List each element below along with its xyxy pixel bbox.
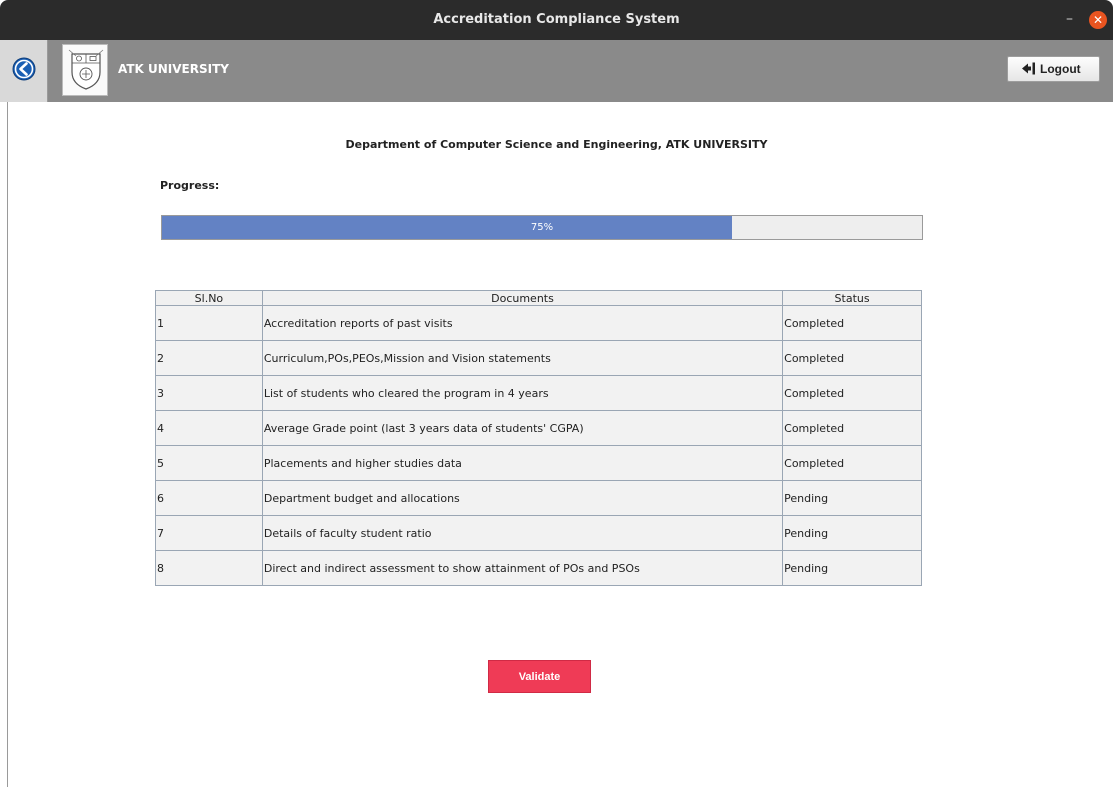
- table-row[interactable]: 2 Curriculum,POs,PEOs,Mission and Vision…: [155, 340, 922, 376]
- logout-button[interactable]: Logout: [1007, 56, 1100, 82]
- cell-slno[interactable]: 2: [155, 340, 263, 376]
- cell-document[interactable]: Curriculum,POs,PEOs,Mission and Vision s…: [261, 340, 784, 376]
- university-logo: [62, 44, 108, 96]
- cell-slno[interactable]: 6: [155, 480, 263, 516]
- back-button[interactable]: [0, 40, 48, 102]
- close-icon[interactable]: ✕: [1089, 11, 1107, 29]
- window-title: Accreditation Compliance System: [433, 12, 680, 27]
- cell-status[interactable]: Completed: [782, 340, 922, 376]
- cell-document[interactable]: Accreditation reports of past visits: [261, 305, 784, 341]
- cell-document[interactable]: Details of faculty student ratio: [261, 515, 784, 551]
- department-title: Department of Computer Science and Engin…: [345, 138, 768, 151]
- cell-slno[interactable]: 5: [155, 445, 263, 481]
- university-crest-icon: [67, 48, 105, 92]
- validate-button[interactable]: Validate: [488, 660, 591, 693]
- cell-document[interactable]: Placements and higher studies data: [261, 445, 784, 481]
- content-border: [7, 102, 8, 787]
- logout-icon: [1022, 62, 1035, 75]
- table-row[interactable]: 4 Average Grade point (last 3 years data…: [155, 410, 922, 446]
- cell-slno[interactable]: 7: [155, 515, 263, 551]
- cell-document[interactable]: Department budget and allocations: [261, 480, 784, 516]
- progress-bar: 75%: [161, 215, 923, 240]
- logout-label: Logout: [1040, 62, 1081, 76]
- column-header-status[interactable]: Status: [782, 290, 922, 306]
- column-header-documents[interactable]: Documents: [261, 290, 784, 306]
- cell-slno[interactable]: 3: [155, 375, 263, 411]
- cell-status[interactable]: Pending: [782, 480, 922, 516]
- table-row[interactable]: 7 Details of faculty student ratio Pendi…: [155, 515, 922, 551]
- cell-status[interactable]: Pending: [782, 550, 922, 586]
- cell-document[interactable]: Average Grade point (last 3 years data o…: [261, 410, 784, 446]
- cell-status[interactable]: Completed: [782, 375, 922, 411]
- university-name: ATK UNIVERSITY: [118, 62, 229, 76]
- window-titlebar: Accreditation Compliance System – ✕: [0, 0, 1113, 40]
- cell-status[interactable]: Pending: [782, 515, 922, 551]
- cell-slno[interactable]: 1: [155, 305, 263, 341]
- progress-text: 75%: [530, 222, 554, 233]
- cell-status[interactable]: Completed: [782, 305, 922, 341]
- table-row[interactable]: 5 Placements and higher studies data Com…: [155, 445, 922, 481]
- progress-label: Progress:: [160, 179, 220, 192]
- cell-status[interactable]: Completed: [782, 445, 922, 481]
- cell-status[interactable]: Completed: [782, 410, 922, 446]
- table-row[interactable]: 6 Department budget and allocations Pend…: [155, 480, 922, 516]
- cell-slno[interactable]: 4: [155, 410, 263, 446]
- table-row[interactable]: 1 Accreditation reports of past visits C…: [155, 305, 922, 341]
- table-row[interactable]: 3 List of students who cleared the progr…: [155, 375, 922, 411]
- column-header-slno[interactable]: Sl.No: [155, 290, 263, 306]
- documents-table: Sl.No Documents Status 1 Accreditation r…: [155, 290, 922, 586]
- table-header-row: Sl.No Documents Status: [155, 290, 922, 306]
- cell-slno[interactable]: 8: [155, 550, 263, 586]
- app-header: ATK UNIVERSITY Logout: [0, 40, 1113, 102]
- table-row[interactable]: 8 Direct and indirect assessment to show…: [155, 550, 922, 586]
- minimize-icon[interactable]: –: [1066, 12, 1076, 26]
- cell-document[interactable]: Direct and indirect assessment to show a…: [261, 550, 784, 586]
- cell-document[interactable]: List of students who cleared the program…: [261, 375, 784, 411]
- back-arrow-icon: [12, 57, 36, 81]
